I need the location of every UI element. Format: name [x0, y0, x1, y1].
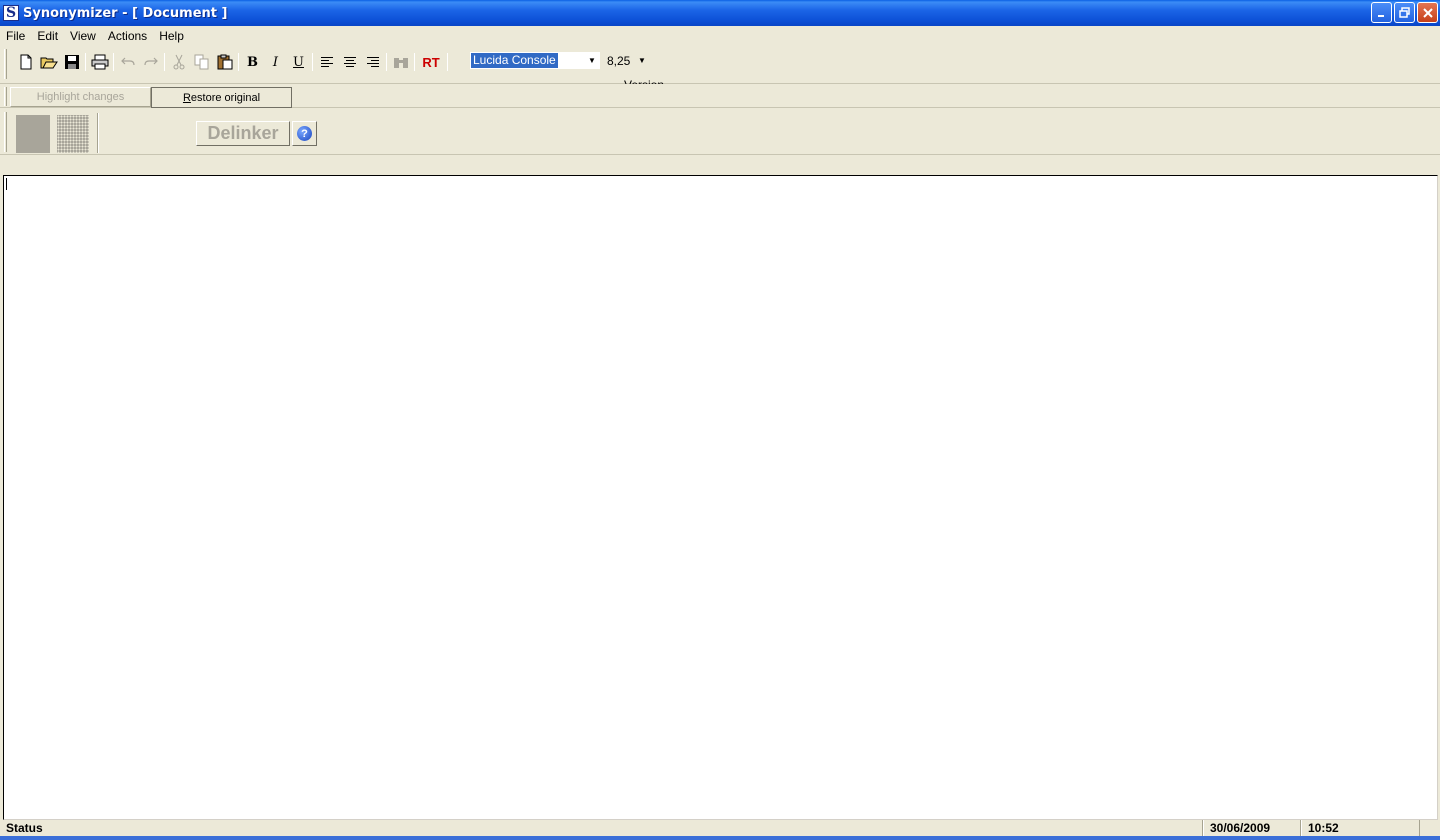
delinker-button[interactable]: Delinker: [196, 121, 290, 146]
restore-icon: [1398, 6, 1410, 18]
menu-actions[interactable]: Actions: [102, 29, 153, 43]
new-button[interactable]: [14, 51, 37, 73]
status-time: 10:52: [1301, 820, 1420, 836]
printer-icon: [91, 54, 108, 70]
find-button[interactable]: [389, 51, 412, 73]
print-button[interactable]: [88, 51, 111, 73]
help-icon: ?: [297, 126, 312, 141]
toolbar-separator: [97, 113, 99, 153]
align-right-button[interactable]: [361, 51, 384, 73]
font-name-value: Lucida Console: [471, 53, 558, 68]
align-left-button[interactable]: [315, 51, 338, 73]
open-button[interactable]: [37, 51, 60, 73]
copy-button[interactable]: [190, 51, 213, 73]
toolbar-separator: [238, 53, 239, 71]
toolbar-separator: [113, 53, 114, 71]
cut-button[interactable]: [167, 51, 190, 73]
toolbar-separator: [85, 53, 86, 71]
font-size-value: 8,25: [607, 53, 631, 68]
taskbar-edge: [0, 836, 1440, 840]
app-icon[interactable]: S: [3, 5, 19, 21]
restore-original-label: Restore original: [182, 91, 261, 104]
formatting-toolbar: B I U RT: [0, 46, 1440, 84]
menu-edit[interactable]: Edit: [31, 29, 64, 43]
italic-button[interactable]: I: [264, 51, 287, 73]
align-right-icon: [366, 57, 379, 67]
align-left-icon: [320, 57, 333, 67]
toolbar-separator: [447, 53, 448, 71]
minimize-button[interactable]: [1371, 2, 1392, 23]
toolbar-buttons: B I U RT: [14, 51, 450, 73]
new-document-icon: [20, 54, 31, 70]
undo-button[interactable]: [116, 51, 139, 73]
scissors-icon: [173, 54, 184, 70]
binoculars-icon: [393, 58, 408, 68]
align-center-icon: [343, 57, 356, 67]
close-icon: [1422, 7, 1433, 18]
toolbar-separator: [312, 53, 313, 71]
font-name-select[interactable]: Lucida Console ▼: [470, 52, 600, 69]
menu-file[interactable]: File: [0, 29, 31, 43]
window-controls: [1371, 2, 1438, 23]
document-editor[interactable]: [3, 175, 1438, 820]
window-title: Synonymizer - [ Document ]: [23, 5, 228, 21]
tool-image-placeholder[interactable]: [57, 115, 89, 153]
chevron-down-icon[interactable]: ▼: [634, 52, 650, 69]
toolbar-grip[interactable]: [4, 112, 7, 152]
toolbar-separator: [386, 53, 387, 71]
status-bar: Status 30/06/2009 10:52: [0, 820, 1440, 836]
save-disk-icon: [64, 55, 79, 69]
restore-button[interactable]: [1394, 2, 1415, 23]
align-center-button[interactable]: [338, 51, 361, 73]
tool-image-placeholder[interactable]: [16, 115, 50, 153]
open-folder-icon: [40, 57, 58, 69]
minimize-icon: [1377, 14, 1384, 17]
status-text: Status: [0, 820, 1203, 836]
menu-bar: File Edit View Actions Help: [0, 26, 1440, 45]
close-button[interactable]: [1417, 2, 1438, 23]
menu-help[interactable]: Help: [153, 29, 190, 43]
chevron-down-icon[interactable]: ▼: [584, 52, 600, 69]
highlight-changes-button[interactable]: Highlight changes: [10, 87, 151, 107]
redo-button[interactable]: [139, 51, 162, 73]
help-button[interactable]: ?: [292, 121, 317, 146]
copy-icon: [194, 54, 208, 70]
version-label: Version: [624, 78, 664, 84]
toolbar-separator: [414, 53, 415, 71]
restore-original-button[interactable]: Restore original: [151, 87, 292, 108]
changes-toolbar: Highlight changes Restore original: [0, 85, 1440, 108]
text-caret: [6, 178, 7, 190]
title-bar[interactable]: S Synonymizer - [ Document ]: [0, 0, 1440, 26]
toolbar-grip[interactable]: [4, 87, 7, 106]
rt-button[interactable]: RT: [417, 51, 445, 73]
paste-clipboard-icon: [217, 54, 232, 70]
bold-button[interactable]: B: [241, 51, 264, 73]
toolbar-separator: [164, 53, 165, 71]
save-button[interactable]: [60, 51, 83, 73]
menu-view[interactable]: View: [64, 29, 102, 43]
undo-icon: [120, 57, 135, 66]
paste-button[interactable]: [213, 51, 236, 73]
redo-icon: [143, 57, 158, 66]
toolbar-grip[interactable]: [4, 49, 7, 79]
underline-button[interactable]: U: [287, 51, 310, 73]
status-date: 30/06/2009: [1203, 820, 1301, 836]
font-size-select[interactable]: 8,25 ▼: [604, 52, 650, 69]
tools-toolbar: Delinker ?: [0, 109, 1440, 155]
